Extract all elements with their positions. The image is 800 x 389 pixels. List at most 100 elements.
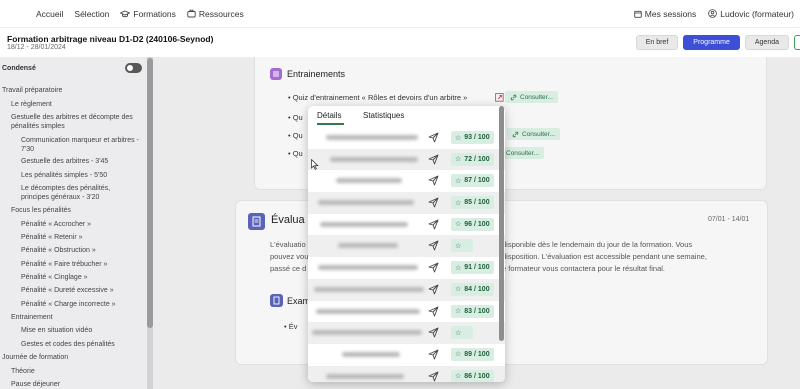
calendar-icon xyxy=(634,10,642,18)
score-badge: ☆ 96 / 100 xyxy=(451,217,494,231)
my-sessions-link[interactable]: Mes sessions xyxy=(634,9,696,19)
participant-row[interactable]: ☆ 91 / 100 xyxy=(308,257,505,279)
sidebar-item[interactable]: Le décomptes des pénalités, principes gé… xyxy=(21,184,131,202)
exam-title: Exam xyxy=(287,296,311,306)
participant-row[interactable]: ☆ 86 / 100 xyxy=(308,365,505,382)
star-icon: ☆ xyxy=(455,156,462,164)
eval-text-line: disposition. L'évaluation est accessible… xyxy=(502,252,707,261)
send-icon[interactable] xyxy=(428,284,439,295)
sidebar-item[interactable]: Gestuelle des arbitres et décompte des p… xyxy=(11,113,141,131)
star-icon: ☆ xyxy=(455,329,462,337)
participant-row[interactable]: ☆ 83 / 100 xyxy=(308,301,505,323)
quiz-item[interactable]: • Qu xyxy=(288,149,303,158)
score-value: 96 / 100 xyxy=(464,220,490,228)
nav-formations[interactable]: Formations xyxy=(120,9,176,19)
sidebar-item[interactable]: Théorie xyxy=(11,367,133,376)
sidebar-item[interactable]: Les pénalités simples - 5'50 xyxy=(21,171,143,180)
star-icon: ☆ xyxy=(455,286,462,294)
participant-row[interactable]: ☆ 84 / 100 xyxy=(308,278,505,301)
briefcase-icon xyxy=(187,9,196,18)
sidebar-item[interactable]: Pénalité « Retenir » xyxy=(21,233,143,242)
sidebar-item[interactable]: Pause déjeuner xyxy=(11,380,133,389)
view-agenda-button[interactable]: Agenda xyxy=(744,35,789,50)
send-icon[interactable] xyxy=(428,349,439,360)
sidebar-item[interactable]: Le règlement xyxy=(11,100,133,109)
consult-button[interactable]: Consulter... xyxy=(505,91,558,103)
external-link-icon[interactable] xyxy=(495,93,504,102)
condense-toggle[interactable] xyxy=(125,63,142,73)
nav-ressources[interactable]: Ressources xyxy=(187,9,244,19)
send-icon[interactable] xyxy=(428,262,439,273)
exam-item[interactable]: • Év xyxy=(284,322,297,331)
sidebar-item[interactable]: Mise en situation vidéo xyxy=(21,326,143,335)
quiz-item[interactable]: • Qu xyxy=(288,131,303,140)
send-icon[interactable] xyxy=(428,219,439,230)
send-icon[interactable] xyxy=(428,132,439,143)
send-icon[interactable] xyxy=(428,327,439,338)
sidebar-item[interactable]: Travail préparatoire xyxy=(2,86,124,95)
score-badge: ☆ 93 / 100 xyxy=(451,131,494,144)
sidebar-item[interactable]: Entrainement xyxy=(11,313,133,322)
user-menu[interactable]: Ludovic (formateur) xyxy=(708,9,794,19)
consult-button[interactable]: Consulter... xyxy=(507,128,560,140)
popup-scroll-thumb[interactable] xyxy=(499,106,504,341)
participant-name-redacted xyxy=(316,308,420,314)
tab-details[interactable]: Détails xyxy=(317,111,341,120)
active-tab-indicator xyxy=(317,123,344,125)
participant-row[interactable]: ☆ xyxy=(308,235,505,258)
evaluation-dates: 07/01 - 14/01 xyxy=(708,216,750,223)
nav-accueil[interactable]: Accueil xyxy=(36,9,63,19)
quiz-item[interactable]: • Quiz d'entrainement « Rôles et devoirs… xyxy=(288,93,467,102)
star-icon: ☆ xyxy=(455,221,462,229)
participant-row[interactable]: ☆ 89 / 100 xyxy=(308,344,505,366)
sidebar-item[interactable]: Pénalité « Obstruction » xyxy=(21,246,143,255)
view-en-bref-button[interactable]: En bref xyxy=(635,35,679,50)
sidebar-item[interactable]: Pénalité « Dureté excessive » xyxy=(21,286,143,295)
send-icon[interactable] xyxy=(428,175,439,186)
results-popup: Détails Statistiques ☆ 93 / 100 ☆ 72 / 100 ☆… xyxy=(308,106,505,382)
quiz-item[interactable]: • Qu xyxy=(288,113,303,122)
sidebar-item[interactable]: Journée de formation xyxy=(2,353,124,362)
score-value: 85 / 100 xyxy=(464,199,490,207)
eval-text-line: pouvez vou xyxy=(270,252,309,261)
nav-selection[interactable]: Sélection xyxy=(74,9,109,19)
send-icon[interactable] xyxy=(428,306,439,317)
participant-row[interactable]: ☆ 93 / 100 xyxy=(308,127,505,149)
entrainements-title: Entrainements xyxy=(287,69,346,79)
participant-row[interactable]: ☆ 85 / 100 xyxy=(308,192,505,214)
sidebar-item[interactable]: Pénalité « Charge incorrecte » xyxy=(21,300,143,309)
list-icon xyxy=(270,68,282,80)
sidebar-item[interactable]: Focus les pénalités xyxy=(11,206,133,215)
quiz-label: Quiz d'entrainement « Rôles et devoirs d… xyxy=(292,93,468,102)
extra-action-button[interactable] xyxy=(794,35,800,50)
participant-name-redacted xyxy=(336,178,402,184)
graduation-cap-icon xyxy=(120,10,131,17)
send-icon[interactable] xyxy=(428,371,439,382)
score-value: 72 / 100 xyxy=(464,155,490,163)
participant-row[interactable]: ☆ 87 / 100 xyxy=(308,170,505,192)
participant-row[interactable]: ☆ xyxy=(308,322,505,344)
sidebar-item[interactable]: Pénalité « Accrocher » xyxy=(21,220,143,229)
sidebar-item[interactable]: Communication marqueur et arbitres - 7'3… xyxy=(21,136,143,154)
sidebar-item[interactable]: Pénalité « Cinglage » xyxy=(21,273,143,282)
participant-name-redacted xyxy=(326,373,404,379)
condense-label: Condensé xyxy=(2,65,36,72)
view-programme-button[interactable]: Programme xyxy=(683,35,740,50)
tab-statistics[interactable]: Statistiques xyxy=(363,111,404,120)
course-title: Formation arbitrage niveau D1-D2 (240106… xyxy=(7,34,214,44)
quiz-label: Qu xyxy=(292,131,303,140)
sidebar-item[interactable]: Pénalité « Faire trébucher » xyxy=(21,260,143,269)
link-icon xyxy=(510,94,517,100)
sidebar-item[interactable]: Gestes et codes des pénalités xyxy=(21,340,143,349)
nav-ressources-label: Ressources xyxy=(198,8,244,19)
send-icon[interactable] xyxy=(428,197,439,208)
send-icon[interactable] xyxy=(428,240,439,251)
send-icon[interactable] xyxy=(428,154,439,165)
participant-row[interactable]: ☆ 96 / 100 xyxy=(308,214,505,236)
participant-row[interactable]: ☆ 72 / 100 xyxy=(308,148,505,171)
star-icon: ☆ xyxy=(455,199,462,207)
sidebar-item[interactable]: Gestuelle des arbitres - 3'45 xyxy=(21,157,143,166)
document-icon xyxy=(248,213,265,230)
consult-button[interactable]: Consulter... xyxy=(501,147,544,159)
score-badge: ☆ 83 / 100 xyxy=(451,304,494,318)
